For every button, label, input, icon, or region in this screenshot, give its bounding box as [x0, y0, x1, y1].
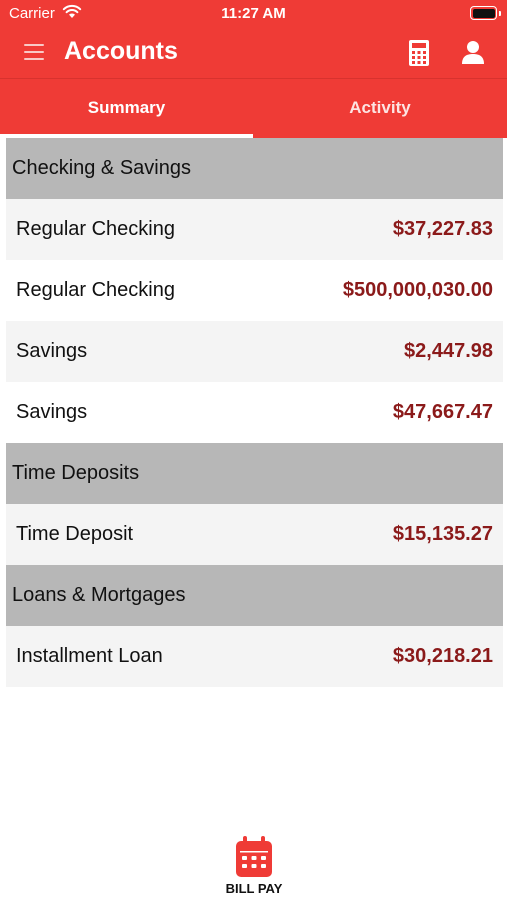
tab-summary[interactable]: Summary [0, 79, 253, 138]
calculator-icon[interactable] [409, 40, 429, 66]
account-balance: $500,000,030.00 [342, 279, 493, 301]
account-name: Savings [16, 401, 88, 423]
account-name: Savings [16, 340, 88, 362]
accounts-list: Checking & Savings Regular Checking $37,… [6, 138, 503, 687]
app-header: Carrier 11:27 AM Accounts Summary Activi… [0, 0, 507, 138]
account-row[interactable]: Savings $2,447.98 [6, 321, 503, 382]
account-name: Regular Checking [16, 218, 175, 240]
calendar-icon [236, 836, 272, 877]
section-header-time-deposits: Time Deposits [6, 443, 503, 504]
nav-bar: Accounts [0, 28, 507, 78]
account-row[interactable]: Installment Loan $30,218.21 [6, 626, 503, 687]
account-name: Installment Loan [16, 645, 163, 667]
section-header-checking-savings: Checking & Savings [6, 138, 503, 199]
status-bar: Carrier 11:27 AM [0, 0, 507, 28]
account-balance: $30,218.21 [392, 645, 493, 667]
page-title: Accounts [64, 37, 178, 65]
account-balance: $37,227.83 [392, 218, 493, 240]
tab-bar: Summary Activity [0, 79, 507, 138]
clock: 11:27 AM [221, 5, 286, 22]
account-name: Time Deposit [16, 523, 134, 545]
bill-pay-button[interactable]: BILL PAY [205, 836, 303, 900]
bill-pay-label: BILL PAY [225, 881, 283, 896]
account-row[interactable]: Savings $47,667.47 [6, 382, 503, 443]
hamburger-icon[interactable] [24, 44, 44, 60]
account-name: Regular Checking [16, 279, 175, 301]
account-row[interactable]: Regular Checking $500,000,030.00 [6, 260, 503, 321]
account-row[interactable]: Time Deposit $15,135.27 [6, 504, 503, 565]
tab-activity[interactable]: Activity [253, 79, 507, 138]
account-balance: $15,135.27 [392, 523, 493, 545]
account-row[interactable]: Regular Checking $37,227.83 [6, 199, 503, 260]
battery-icon [470, 6, 497, 20]
battery-nub [499, 11, 501, 16]
account-balance: $2,447.98 [404, 340, 493, 362]
section-header-loans-mortgages: Loans & Mortgages [6, 565, 503, 626]
user-icon[interactable] [460, 40, 486, 64]
account-balance: $47,667.47 [392, 401, 493, 423]
